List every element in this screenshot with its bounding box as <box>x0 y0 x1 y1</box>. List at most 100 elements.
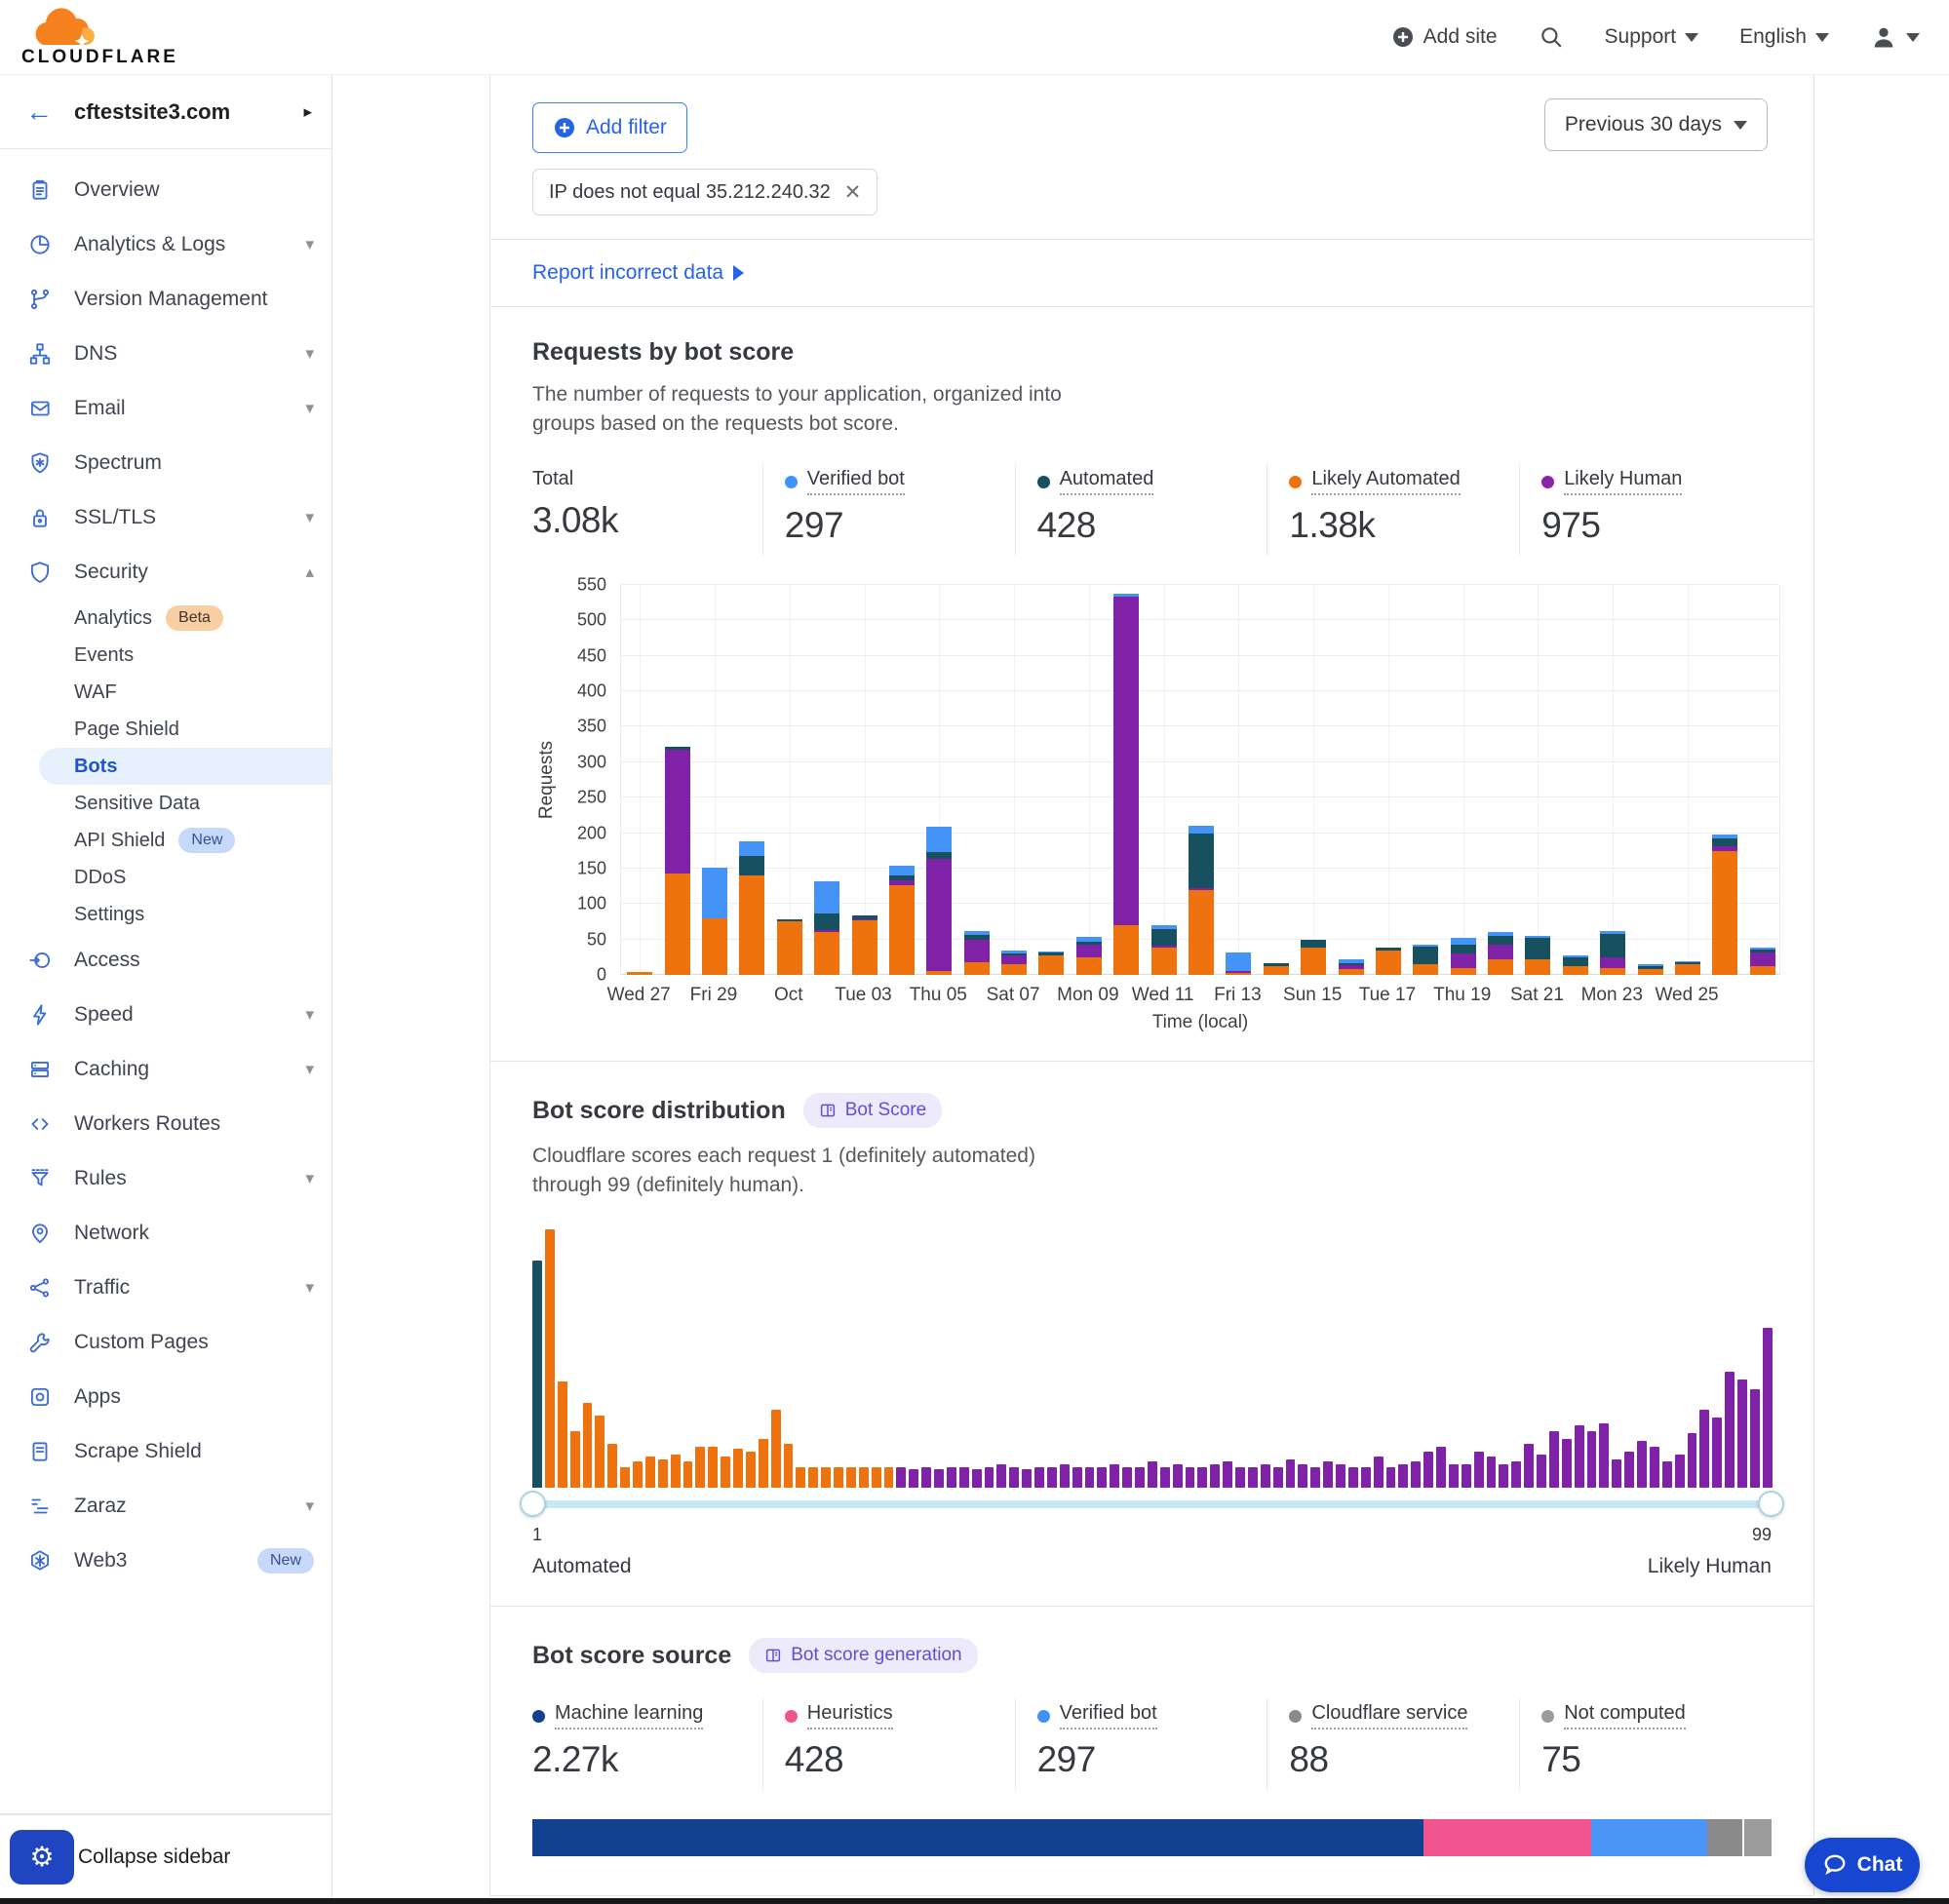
histogram-bar-score-76 <box>1474 1452 1484 1488</box>
site-name[interactable]: cftestsite3.com <box>74 99 303 125</box>
histogram-bar-score-45 <box>1085 1467 1095 1488</box>
histogram-bar-score-15 <box>708 1447 718 1488</box>
histogram-bar-score-83 <box>1562 1439 1572 1488</box>
add-site-button[interactable]: Add site <box>1391 25 1498 49</box>
source-segment-verified-bot <box>1591 1819 1708 1856</box>
chevron-down-icon <box>1685 33 1698 42</box>
sidebar-item-waf[interactable]: WAF <box>0 674 331 711</box>
support-menu[interactable]: Support <box>1605 25 1699 49</box>
cloudflare-logo[interactable]: CLOUDFLARE <box>21 6 178 68</box>
add-filter-button[interactable]: Add filter <box>532 102 687 153</box>
back-arrow-icon[interactable]: ← <box>25 98 53 126</box>
sidebar-item-network[interactable]: Network <box>0 1206 331 1261</box>
requests-stats-row: Total3.08kVerified bot297Automated428Lik… <box>532 464 1772 556</box>
stacked-bar <box>1750 948 1775 975</box>
sidebar-item-ssl-tls[interactable]: SSL/TLS▾ <box>0 490 331 545</box>
bar-segment-automated <box>1189 834 1214 888</box>
sidebar-item-web3[interactable]: Web3New <box>0 1534 331 1588</box>
stat-value: 297 <box>1037 1739 1267 1780</box>
histogram-bar-score-70 <box>1398 1464 1408 1488</box>
filter-chip[interactable]: IP does not equal 35.212.240.32 ✕ <box>532 169 877 215</box>
sidebar-item-scrape-shield[interactable]: Scrape Shield <box>0 1424 331 1479</box>
site-expand-caret-icon[interactable]: ▸ <box>303 102 312 122</box>
x-tick-label: Wed 27 <box>607 985 671 1006</box>
bar-segment-likely-human <box>1600 957 1625 968</box>
sidebar-item-security[interactable]: Security▴ <box>0 545 331 600</box>
bar-segment-likely-automated <box>1376 951 1401 975</box>
source-segment-cloudflare-service <box>1707 1819 1741 1856</box>
bar-segment-likely-automated <box>702 918 727 975</box>
book-icon <box>819 1102 837 1119</box>
sidebar-item-page-shield[interactable]: Page Shield <box>0 711 331 748</box>
sidebar-item-email[interactable]: Email▾ <box>0 381 331 436</box>
sidebar-item-traffic[interactable]: Traffic▾ <box>0 1261 331 1315</box>
new-badge: New <box>178 828 235 853</box>
slider-handle-max[interactable] <box>1758 1491 1784 1517</box>
legend-dot-icon <box>785 1710 798 1723</box>
book-icon <box>764 1647 782 1664</box>
bar-segment-likely-automated <box>1189 890 1214 975</box>
filter-section: Add filter Previous 30 days IP does not … <box>490 75 1813 240</box>
slider-handle-min[interactable] <box>520 1491 546 1517</box>
sidebar-item-api-shield[interactable]: API ShieldNew <box>0 822 331 859</box>
sidebar-item-version-management[interactable]: Version Management <box>0 272 331 327</box>
bot-score-docs-badge[interactable]: Bot Score <box>803 1093 942 1128</box>
chat-button[interactable]: Chat <box>1805 1838 1920 1892</box>
sidebar-item-analytics-logs[interactable]: Analytics & Logs▾ <box>0 217 331 272</box>
sidebar-item-apps[interactable]: Apps <box>0 1370 331 1424</box>
sidebar-item-speed[interactable]: Speed▾ <box>0 988 331 1042</box>
sidebar-item-ddos[interactable]: DDoS <box>0 859 331 896</box>
sidebar-item-access[interactable]: Access <box>0 933 331 988</box>
report-incorrect-data-link[interactable]: Report incorrect data <box>532 261 744 285</box>
remove-filter-icon[interactable]: ✕ <box>844 180 862 205</box>
histogram-bar-score-36 <box>972 1469 982 1488</box>
sidebar-item-bots[interactable]: Bots <box>39 748 331 785</box>
date-range-dropdown[interactable]: Previous 30 days <box>1544 98 1768 151</box>
sidebar-item-zaraz[interactable]: Zaraz▾ <box>0 1479 331 1534</box>
language-menu[interactable]: English <box>1739 25 1829 49</box>
requests-bar-chart: Requests 0501001502002503003504004505005… <box>532 585 1772 1033</box>
y-tick-label: 350 <box>577 717 606 737</box>
sidebar-item-workers-routes[interactable]: Workers Routes <box>0 1097 331 1151</box>
bot-score-generation-docs-badge[interactable]: Bot score generation <box>749 1638 977 1673</box>
account-menu[interactable] <box>1870 23 1920 51</box>
histogram-bar-score-11 <box>658 1459 668 1488</box>
stat-likely-human: Likely Human975 <box>1519 464 1772 556</box>
user-icon <box>1870 23 1897 51</box>
sidebar-item-overview[interactable]: Overview <box>0 163 331 217</box>
settings-gear-button[interactable]: ⚙ <box>10 1830 74 1885</box>
chevron-down-icon: ▾ <box>305 1278 314 1298</box>
sidebar-item-rules[interactable]: Rules▾ <box>0 1151 331 1206</box>
chevron-down-icon: ▾ <box>305 344 314 364</box>
sidebar-item-settings[interactable]: Settings <box>0 896 331 933</box>
stat-automated: Automated428 <box>1015 464 1267 556</box>
bar-segment-likely-human <box>926 859 952 971</box>
slider-track[interactable] <box>532 1500 1772 1508</box>
bar-segment-likely-automated <box>1750 966 1775 975</box>
histogram-bar-score-8 <box>620 1467 630 1488</box>
sidebar-item-events[interactable]: Events <box>0 637 331 674</box>
histogram-bar-score-68 <box>1374 1457 1384 1488</box>
bar-segment-likely-automated <box>852 920 877 975</box>
stacked-bar <box>814 881 839 975</box>
histogram-bar-score-18 <box>746 1452 756 1488</box>
sidebar-item-analytics[interactable]: AnalyticsBeta <box>0 600 331 637</box>
search-icon[interactable] <box>1539 24 1564 50</box>
histogram-bar-score-34 <box>947 1467 956 1488</box>
sidebar-item-caching[interactable]: Caching▾ <box>0 1042 331 1097</box>
sidebar-item-custom-pages[interactable]: Custom Pages <box>0 1315 331 1370</box>
histogram-bar-score-27 <box>859 1467 869 1488</box>
arrow-right-icon <box>733 265 744 281</box>
wrench-icon <box>27 1330 53 1355</box>
sidebar-item-spectrum[interactable]: Spectrum <box>0 436 331 490</box>
histogram-bar-score-33 <box>934 1469 944 1488</box>
sidebar-item-sensitive-data[interactable]: Sensitive Data <box>0 785 331 822</box>
bar-segment-likely-automated <box>1600 968 1625 975</box>
collapse-sidebar-button[interactable]: Collapse sidebar <box>78 1846 230 1869</box>
histogram-bar-score-30 <box>896 1467 906 1488</box>
sidebar-item-dns[interactable]: DNS▾ <box>0 327 331 381</box>
histogram-bar-score-69 <box>1386 1467 1396 1488</box>
stat-value: 88 <box>1289 1739 1519 1780</box>
histogram-bar-score-89 <box>1637 1441 1647 1488</box>
histogram-bar-score-4 <box>570 1431 580 1488</box>
